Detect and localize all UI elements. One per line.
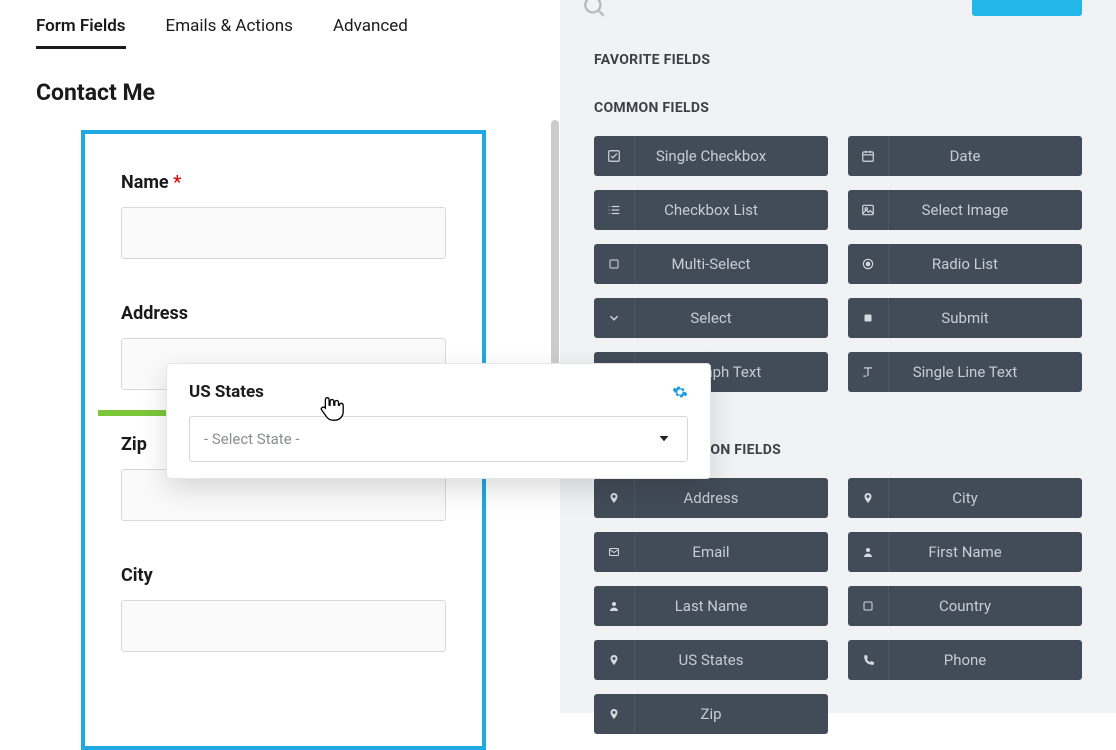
pill-label: Date	[888, 147, 1082, 165]
input-city[interactable]	[121, 600, 446, 652]
envelope-icon	[594, 546, 634, 558]
pill-label: City	[888, 489, 1082, 507]
pill-label: First Name	[888, 543, 1082, 561]
pill-label: Multi-Select	[634, 255, 828, 273]
pill-phone[interactable]: Phone	[848, 640, 1082, 680]
user-icon	[848, 545, 888, 559]
chevron-down-icon	[655, 430, 673, 448]
pill-label: Submit	[888, 309, 1082, 327]
drag-select-state[interactable]: - Select State -	[189, 416, 688, 462]
pill-label: Address	[634, 489, 828, 507]
pill-email[interactable]: Email	[594, 532, 828, 572]
input-name[interactable]	[121, 207, 446, 259]
pill-zip[interactable]: Zip	[594, 694, 828, 734]
pill-label: Select	[634, 309, 828, 327]
pill-label: Select Image	[888, 201, 1082, 219]
section-common-fields: COMMON FIELDS	[594, 100, 1082, 116]
pill-select[interactable]: Select	[594, 298, 828, 338]
done-button[interactable]	[972, 0, 1082, 16]
pill-label: Country	[888, 597, 1082, 615]
field-city[interactable]: City	[121, 565, 446, 652]
check-square-icon	[594, 149, 634, 163]
map-pin-icon	[594, 653, 634, 667]
field-name[interactable]: Name *	[121, 172, 446, 259]
section-favorite-fields: FAVORITE FIELDS	[594, 52, 1082, 68]
square-filled-icon	[848, 312, 888, 324]
pill-label: Zip	[634, 705, 828, 723]
common-fields-grid: Single Checkbox Date Checkbox List Selec…	[594, 136, 1082, 392]
pill-label: US States	[634, 651, 828, 669]
tab-form-fields[interactable]: Form Fields	[36, 16, 126, 49]
calendar-icon	[848, 149, 888, 163]
pill-label: Checkbox List	[634, 201, 828, 219]
list-icon	[594, 203, 634, 217]
pill-single-checkbox[interactable]: Single Checkbox	[594, 136, 828, 176]
pill-checkbox-list[interactable]: Checkbox List	[594, 190, 828, 230]
map-pin-icon	[594, 491, 634, 505]
pill-us-states[interactable]: US States	[594, 640, 828, 680]
tab-advanced[interactable]: Advanced	[333, 16, 408, 49]
drag-title: US States	[189, 382, 264, 402]
builder-tabs: Form Fields Emails & Actions Advanced	[36, 16, 560, 49]
user-icon	[594, 599, 634, 613]
pill-first-name[interactable]: First Name	[848, 532, 1082, 572]
square-icon	[594, 258, 634, 270]
map-pin-icon	[594, 707, 634, 721]
pill-address[interactable]: Address	[594, 478, 828, 518]
pill-label: Single Checkbox	[634, 147, 828, 165]
field-label-address: Address	[121, 303, 446, 324]
search-icon[interactable]	[582, 0, 608, 20]
gear-icon[interactable]	[672, 384, 688, 400]
map-pin-icon	[848, 491, 888, 505]
pill-label: Last Name	[634, 597, 828, 615]
pill-city[interactable]: City	[848, 478, 1082, 518]
scrollbar[interactable]	[551, 120, 559, 365]
chevron-down-icon	[594, 311, 634, 325]
pill-radio-list[interactable]: Radio List	[848, 244, 1082, 284]
field-label-city: City	[121, 565, 446, 586]
pill-select-image[interactable]: Select Image	[848, 190, 1082, 230]
phone-icon	[848, 654, 888, 667]
pill-country[interactable]: Country	[848, 586, 1082, 626]
pill-label: Single Line Text	[888, 363, 1082, 381]
pill-multi-select[interactable]: Multi-Select	[594, 244, 828, 284]
user-info-grid: Address City Email First Name Last Name …	[594, 478, 1082, 734]
pill-last-name[interactable]: Last Name	[594, 586, 828, 626]
field-label-name: Name *	[121, 172, 446, 193]
pill-single-line-text[interactable]: Single Line Text	[848, 352, 1082, 392]
pill-submit[interactable]: Submit	[848, 298, 1082, 338]
pill-date[interactable]: Date	[848, 136, 1082, 176]
radio-icon	[848, 257, 888, 271]
pill-label: Radio List	[888, 255, 1082, 273]
drag-select-placeholder: - Select State -	[204, 430, 300, 448]
tab-emails-actions[interactable]: Emails & Actions	[166, 16, 293, 49]
required-asterisk: *	[173, 172, 181, 193]
square-icon	[848, 600, 888, 612]
dragging-field-card[interactable]: US States - Select State -	[166, 363, 711, 479]
pill-label: Email	[634, 543, 828, 561]
image-icon	[848, 203, 888, 217]
pill-label: Phone	[888, 651, 1082, 669]
page-title: Contact Me	[36, 79, 560, 106]
text-icon	[848, 365, 888, 379]
